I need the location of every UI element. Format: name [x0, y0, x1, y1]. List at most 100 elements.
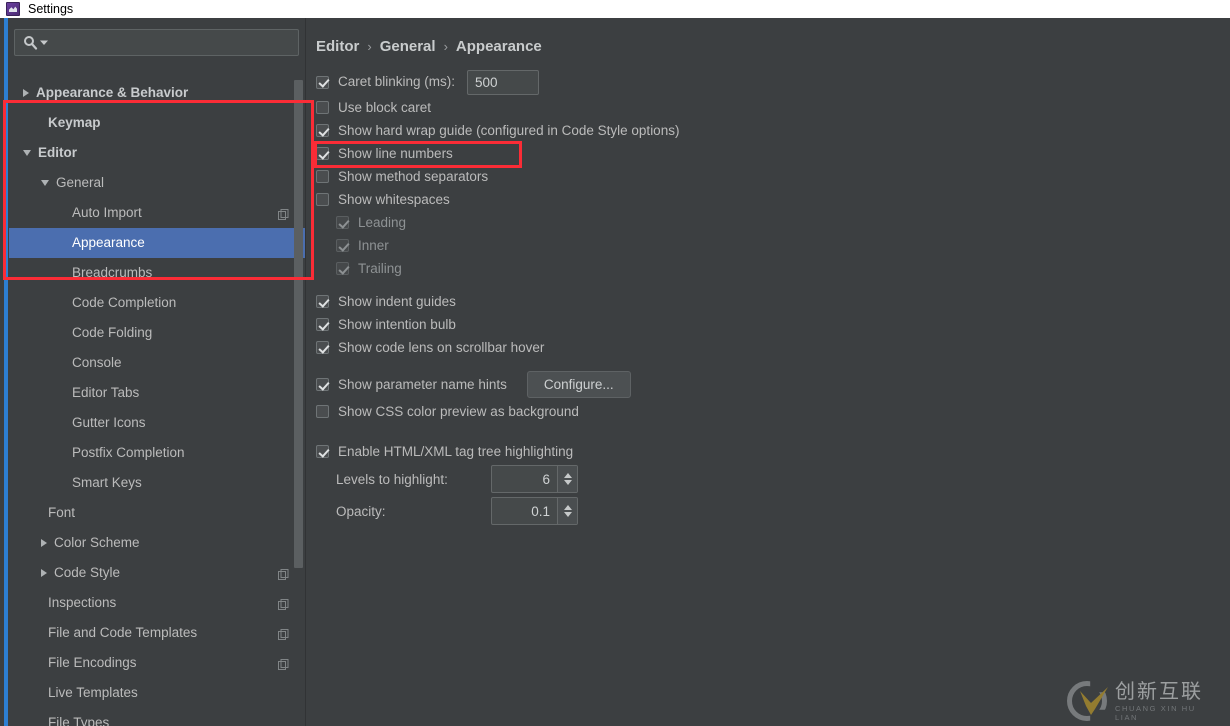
- copy-settings-icon: [278, 628, 289, 640]
- whitespace-inner-checkbox: [336, 239, 349, 252]
- whitespace-leading-row: Leading: [316, 211, 1216, 234]
- sidebar-item-smart-keys[interactable]: Smart Keys: [9, 468, 305, 498]
- sidebar-item-breadcrumbs[interactable]: Breadcrumbs: [9, 258, 305, 288]
- sidebar-item-appearance[interactable]: Appearance: [9, 228, 305, 258]
- search-input[interactable]: [48, 30, 298, 55]
- sidebar-item-editor[interactable]: Editor: [9, 138, 305, 168]
- sidebar-item-label: Console: [72, 355, 122, 371]
- search-field-wrapper[interactable]: [14, 29, 299, 56]
- sidebar-item-label: Auto Import: [72, 205, 142, 221]
- opacity-stepper[interactable]: [557, 498, 577, 524]
- spinner-down-icon[interactable]: [563, 512, 572, 517]
- sidebar-item-file-and-code-templates[interactable]: File and Code Templates: [9, 618, 305, 648]
- chevron-down-icon: [40, 40, 48, 45]
- param-name-hints-checkbox[interactable]: [316, 378, 329, 391]
- chevron-down-icon[interactable]: [23, 150, 31, 156]
- method-separators-row: Show method separators: [316, 165, 1216, 188]
- sidebar-item-code-completion[interactable]: Code Completion: [9, 288, 305, 318]
- chevron-right-icon[interactable]: [41, 539, 47, 547]
- breadcrumb-item-editor[interactable]: Editor: [316, 38, 359, 55]
- chevron-right-icon[interactable]: [23, 89, 29, 97]
- watermark-pinyin: CHUANG XIN HU LIAN: [1115, 704, 1196, 722]
- sidebar-item-file-types[interactable]: File Types: [9, 708, 305, 726]
- sidebar-scrollbar-thumb[interactable]: [294, 80, 303, 568]
- settings-window-icon: [6, 2, 20, 16]
- sidebar-item-appearance-behavior[interactable]: Appearance & Behavior: [9, 78, 305, 108]
- sidebar-item-font[interactable]: Font: [9, 498, 305, 528]
- sidebar-item-live-templates[interactable]: Live Templates: [9, 678, 305, 708]
- css-color-preview-checkbox[interactable]: [316, 405, 329, 418]
- sidebar-item-label: General: [56, 175, 105, 191]
- sidebar-item-label: Keymap: [48, 115, 101, 131]
- css-color-preview-row: Show CSS color preview as background: [316, 400, 1216, 423]
- watermark-chinese: 创新互联: [1115, 679, 1203, 703]
- breadcrumb-item-general[interactable]: General: [380, 38, 436, 55]
- whitespace-leading-label: Leading: [358, 214, 407, 230]
- hard-wrap-guide-row: Show hard wrap guide (configured in Code…: [316, 119, 1216, 142]
- method-separators-checkbox[interactable]: [316, 170, 329, 183]
- show-line-numbers-checkbox[interactable]: [316, 147, 329, 160]
- param-name-hints-row: Show parameter name hints Configure...: [316, 369, 1216, 400]
- levels-to-highlight-input[interactable]: [492, 466, 557, 492]
- caret-blinking-label: Caret blinking (ms):: [338, 74, 456, 90]
- caret-blinking-checkbox[interactable]: [316, 75, 329, 89]
- settings-tree[interactable]: Appearance & Behavior Keymap Editor General…: [9, 78, 305, 726]
- opacity-row: Opacity:: [316, 495, 1216, 527]
- settings-main-panel: Editor › General › Appearance Caret blin…: [306, 18, 1230, 726]
- sidebar-item-inspections[interactable]: Inspections: [9, 588, 305, 618]
- show-whitespaces-label: Show whitespaces: [338, 191, 450, 207]
- option-group-spacer: [316, 359, 1216, 369]
- hard-wrap-guide-checkbox[interactable]: [316, 124, 329, 137]
- code-lens-checkbox[interactable]: [316, 341, 329, 354]
- tag-tree-highlighting-checkbox[interactable]: [316, 445, 329, 458]
- spinner-down-icon[interactable]: [563, 480, 572, 485]
- sidebar-item-color-scheme[interactable]: Color Scheme: [9, 528, 305, 558]
- opacity-label: Opacity:: [336, 503, 386, 519]
- breadcrumb-item-appearance[interactable]: Appearance: [456, 38, 542, 55]
- sidebar-item-console[interactable]: Console: [9, 348, 305, 378]
- opacity-spinner[interactable]: [491, 497, 578, 525]
- sidebar-item-label: Code Completion: [72, 295, 177, 311]
- sidebar-item-label: Appearance: [72, 235, 145, 251]
- show-line-numbers-label: Show line numbers: [338, 145, 453, 161]
- spinner-up-icon[interactable]: [563, 505, 572, 510]
- sidebar-item-file-encodings[interactable]: File Encodings: [9, 648, 305, 678]
- watermark-text: 创新互联 CHUANG XIN HU LIAN: [1115, 680, 1220, 722]
- sidebar-item-code-style[interactable]: Code Style: [9, 558, 305, 588]
- sidebar-item-editor-tabs[interactable]: Editor Tabs: [9, 378, 305, 408]
- use-block-caret-checkbox[interactable]: [316, 101, 329, 114]
- sidebar-item-code-folding[interactable]: Code Folding: [9, 318, 305, 348]
- method-separators-label: Show method separators: [338, 168, 489, 184]
- option-group-spacer: [316, 423, 1216, 440]
- caret-blinking-input[interactable]: [467, 69, 540, 95]
- appearance-options-list: Caret blinking (ms): Use block caret Show …: [316, 68, 1216, 527]
- spinner-up-icon[interactable]: [563, 473, 572, 478]
- option-group-spacer: [316, 280, 1216, 290]
- watermark-logo: 创新互联 CHUANG XIN HU LIAN: [1065, 676, 1220, 726]
- intention-bulb-checkbox[interactable]: [316, 318, 329, 331]
- settings-sidebar: Appearance & Behavior Keymap Editor General…: [9, 18, 305, 726]
- levels-to-highlight-stepper[interactable]: [557, 466, 577, 492]
- copy-settings-icon: [278, 208, 289, 220]
- show-whitespaces-row: Show whitespaces: [316, 188, 1216, 211]
- chevron-right-icon[interactable]: [41, 569, 47, 577]
- configure-button[interactable]: Configure...: [526, 371, 631, 398]
- copy-settings-icon: [278, 658, 289, 670]
- levels-to-highlight-row: Levels to highlight:: [316, 463, 1216, 495]
- tag-tree-highlighting-row: Enable HTML/XML tag tree highlighting: [316, 440, 1216, 463]
- sidebar-item-postfix-completion[interactable]: Postfix Completion: [9, 438, 305, 468]
- sidebar-item-gutter-icons[interactable]: Gutter Icons: [9, 408, 305, 438]
- sidebar-item-auto-import[interactable]: Auto Import: [9, 198, 305, 228]
- show-whitespaces-checkbox[interactable]: [316, 193, 329, 206]
- sidebar-item-label: Color Scheme: [54, 535, 140, 551]
- code-lens-row: Show code lens on scrollbar hover: [316, 336, 1216, 359]
- param-name-hints-label: Show parameter name hints: [338, 376, 507, 392]
- indent-guides-checkbox[interactable]: [316, 295, 329, 308]
- sidebar-item-general[interactable]: General: [9, 168, 305, 198]
- opacity-input[interactable]: [492, 498, 557, 524]
- sidebar-item-keymap[interactable]: Keymap: [9, 108, 305, 138]
- sidebar-item-label: Gutter Icons: [72, 415, 146, 431]
- show-line-numbers-row: Show line numbers: [316, 142, 1216, 165]
- levels-to-highlight-spinner[interactable]: [491, 465, 578, 493]
- chevron-down-icon[interactable]: [41, 180, 49, 186]
